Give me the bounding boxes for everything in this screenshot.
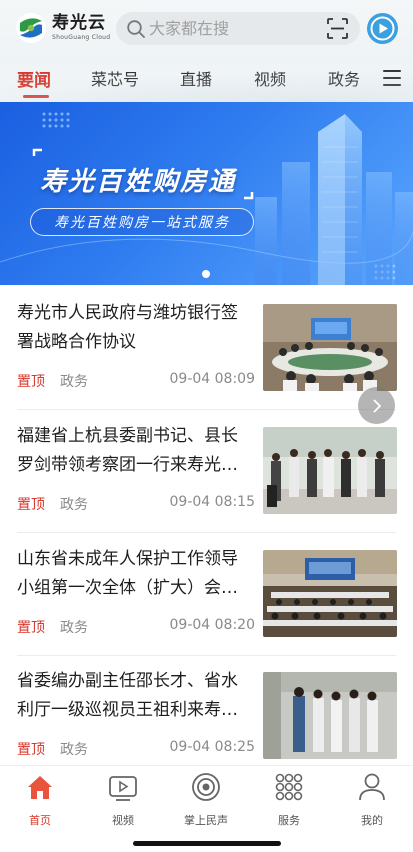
pinned-tag: 置顶 <box>17 374 45 390</box>
tab-caixinhao[interactable]: 菜芯号 <box>91 66 139 90</box>
channel-tabs: 要闻 菜芯号 直播 视频 政务 <box>0 62 413 100</box>
banner-carousel[interactable]: 寿光百姓购房通 寿光百姓购房一站式服务 <box>0 102 413 285</box>
logo-title: 寿光云 <box>52 13 106 33</box>
banner-subtitle: 寿光百姓购房一站式服务 <box>30 208 254 236</box>
tab-yaowen[interactable]: 要闻 <box>17 66 51 91</box>
news-category: 政务 <box>60 742 88 758</box>
top-header: 寿光云 ShouGuang Cloud 要闻 菜芯号 直播 <box>0 0 413 102</box>
search-icon <box>127 19 145 38</box>
pinned-tag: 置顶 <box>17 742 45 758</box>
news-time: 09-04 08:25 <box>169 739 255 755</box>
pinned-tag: 置顶 <box>17 497 45 513</box>
search-input[interactable] <box>149 19 299 38</box>
news-title: 福建省上杭县委副书记、县长罗剑带领考察团一行来寿光考察 <box>17 426 238 475</box>
nav-label: 服务 <box>278 814 300 827</box>
news-title: 省委编办副主任邵长才、省水利厅一级巡视员王祖利来寿光调研 <box>17 671 238 720</box>
user-icon <box>359 773 385 801</box>
nav-service[interactable]: 服务 <box>259 772 319 828</box>
pinned-tag: 置顶 <box>17 620 45 636</box>
meeting-photo-icon <box>263 304 397 391</box>
active-tab-indicator <box>23 95 49 98</box>
nav-label: 首页 <box>29 814 51 827</box>
home-icon <box>28 776 52 799</box>
logo-text: 寿光云 ShouGuang Cloud <box>52 15 110 41</box>
nav-label: 掌上民声 <box>184 814 228 827</box>
nav-voice[interactable]: 掌上民声 <box>176 772 236 828</box>
tv-logo-icon <box>370 16 395 41</box>
conference-photo-icon <box>263 550 397 637</box>
grid-icon <box>275 773 303 801</box>
tv-icon[interactable] <box>367 13 398 44</box>
news-title: 山东省未成年人保护工作领导小组第一次全体（扩大）会议召开 <box>17 549 238 598</box>
nav-home[interactable]: 首页 <box>10 772 70 828</box>
app-logo: 寿光云 ShouGuang Cloud <box>14 11 110 45</box>
news-thumbnail <box>263 550 397 637</box>
inspection-photo-icon <box>263 672 397 759</box>
news-time: 09-04 08:15 <box>169 494 255 510</box>
search-bar[interactable] <box>116 12 360 45</box>
carousel-indicator <box>202 270 210 278</box>
nav-label: 我的 <box>361 814 383 827</box>
app-screen: 寿光云 ShouGuang Cloud 要闻 菜芯号 直播 <box>0 0 413 852</box>
news-item[interactable]: 寿光市人民政府与潍坊银行签署战略合作协议 置顶 政务 09-04 08:09 <box>0 287 413 410</box>
news-thumbnail <box>263 672 397 759</box>
news-thumbnail <box>263 304 397 391</box>
nav-label: 视频 <box>112 814 134 827</box>
visit-photo-icon <box>263 427 397 514</box>
news-thumbnail <box>263 427 397 514</box>
news-category: 政务 <box>60 497 88 513</box>
news-item[interactable]: 福建省上杭县委副书记、县长罗剑带领考察团一行来寿光考察 置顶 政务 09-04 … <box>0 410 413 533</box>
tab-video[interactable]: 视频 <box>254 66 286 90</box>
menu-icon[interactable] <box>383 70 401 86</box>
scan-icon[interactable] <box>327 18 348 39</box>
next-arrow-button[interactable] <box>358 387 395 424</box>
news-time: 09-04 08:09 <box>169 371 255 387</box>
chevron-right-icon <box>372 398 381 413</box>
tab-live[interactable]: 直播 <box>180 66 212 90</box>
news-title: 寿光市人民政府与潍坊银行签署战略合作协议 <box>17 303 238 352</box>
news-item[interactable]: 省委编办副主任邵长才、省水利厅一级巡视员王祖利来寿光调研 置顶 政务 09-04… <box>0 655 413 778</box>
nav-video[interactable]: 视频 <box>93 772 153 828</box>
voice-icon <box>192 773 220 801</box>
video-icon <box>109 776 137 801</box>
home-indicator <box>133 841 281 846</box>
news-category: 政务 <box>60 620 88 636</box>
logo-mark-icon <box>16 13 46 43</box>
bottom-navigation: 首页 视频 掌上民声 服务 我的 <box>0 765 413 852</box>
nav-profile[interactable]: 我的 <box>342 772 402 828</box>
tab-government[interactable]: 政务 <box>328 66 360 90</box>
banner-title: 寿光百姓购房通 <box>40 167 237 197</box>
news-time: 09-04 08:20 <box>169 617 255 633</box>
news-item[interactable]: 山东省未成年人保护工作领导小组第一次全体（扩大）会议召开 置顶 政务 09-04… <box>0 533 413 656</box>
news-category: 政务 <box>60 374 88 390</box>
logo-subtitle: ShouGuang Cloud <box>52 34 111 41</box>
